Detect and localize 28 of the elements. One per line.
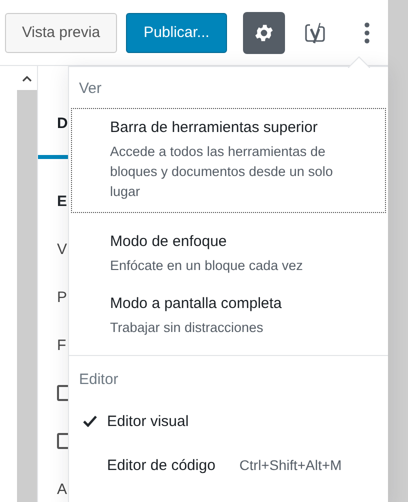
menu-item-label: Barra de herramientas superior <box>110 118 319 138</box>
panel-label: P <box>57 288 68 306</box>
menu-item-label: Editor visual <box>107 412 189 430</box>
menu-item[interactable]: Editor visual <box>69 399 388 443</box>
menu-item-description: Accede a todos las herramientas de bloques y documentos desde un solo lugar <box>110 143 334 201</box>
menu-item-description: Enfócate en un bloque cada vez <box>110 257 304 275</box>
menu-item[interactable]: Editor de código Ctrl+Shift+Alt+M <box>69 443 388 487</box>
settings-button[interactable] <box>243 12 285 54</box>
panel-label: F <box>57 336 66 354</box>
scrollbar-thumb[interactable] <box>17 90 37 502</box>
preview-button[interactable]: Vista previa <box>5 12 117 52</box>
scrollbar[interactable] <box>388 0 408 502</box>
menu-item-label: Modo de enfoque <box>110 232 228 252</box>
menu-item-description: Trabajar sin distracciones <box>110 319 264 337</box>
panel-label: A <box>57 480 68 498</box>
menu-item[interactable]: Modo de enfoque Enfócate en un bloque cada vez <box>71 225 386 287</box>
menu-item-label: Editor de código <box>107 456 216 474</box>
more-options-icon <box>364 22 370 44</box>
menu-item-label: Modo a pantalla completa <box>110 294 283 314</box>
menu-item[interactable]: Barra de herramientas superior Accede a todos las herramientas de bloques y documentos desde un solo lugar <box>71 108 386 213</box>
menu-item[interactable]: Modo a pantalla completa Trabajar sin distracciones <box>71 287 386 349</box>
y-logo-icon <box>304 20 326 44</box>
keyboard-shortcut: Ctrl+Shift+Alt+M <box>239 457 342 473</box>
panel-label: V <box>57 240 68 258</box>
publish-button[interactable]: Publicar... <box>126 12 227 52</box>
scroll-up-icon[interactable] <box>22 76 32 82</box>
section-title: Editor <box>78 370 120 390</box>
panel-heading: E <box>57 192 68 210</box>
